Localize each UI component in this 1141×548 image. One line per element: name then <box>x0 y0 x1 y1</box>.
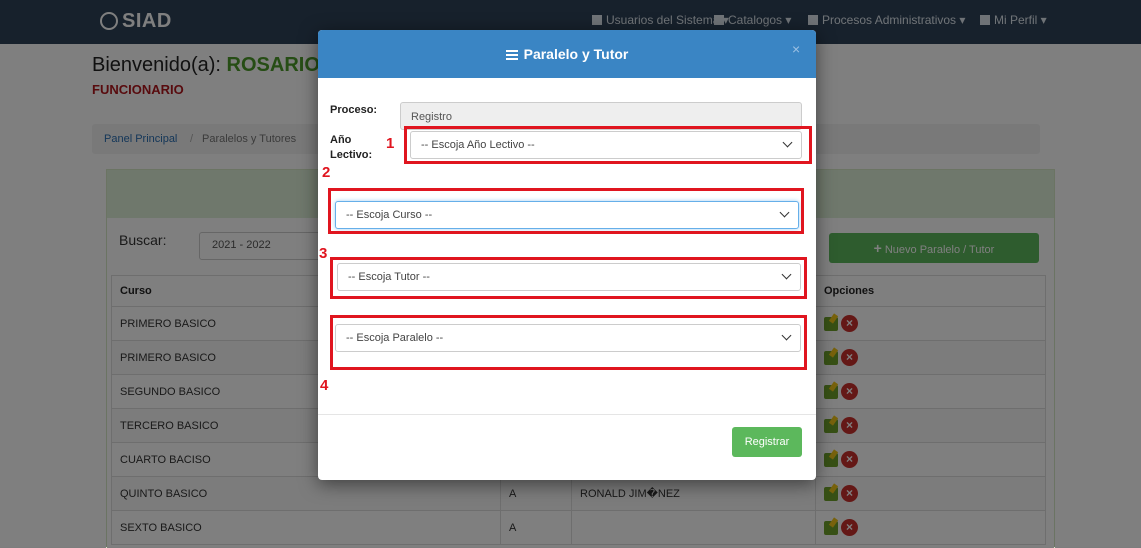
modal-title-text: Paralelo y Tutor <box>523 46 629 62</box>
anio-label-line2: Lectivo: <box>330 149 373 161</box>
annotation-box-3 <box>330 257 807 299</box>
anio-label-line1: Año <box>330 134 352 146</box>
close-icon[interactable]: × <box>792 41 800 57</box>
menu-icon <box>505 50 518 60</box>
modal-header: Paralelo y Tutor × <box>318 30 816 78</box>
modal-title: Paralelo y Tutor <box>318 46 816 62</box>
annotation-box-2 <box>328 188 804 234</box>
paralelo-tutor-modal: Paralelo y Tutor × Proceso: Registro Año… <box>318 30 816 480</box>
annotation-number-2: 2 <box>322 164 331 181</box>
annotation-number-3: 3 <box>319 245 328 262</box>
modal-footer-divider <box>318 414 816 415</box>
annotation-box-4 <box>330 315 807 370</box>
annotation-number-4: 4 <box>320 377 329 394</box>
annotation-box-1 <box>404 126 812 164</box>
registrar-button[interactable]: Registrar <box>732 427 802 457</box>
proceso-label: Proceso: <box>330 104 378 116</box>
annotation-number-1: 1 <box>386 135 395 152</box>
